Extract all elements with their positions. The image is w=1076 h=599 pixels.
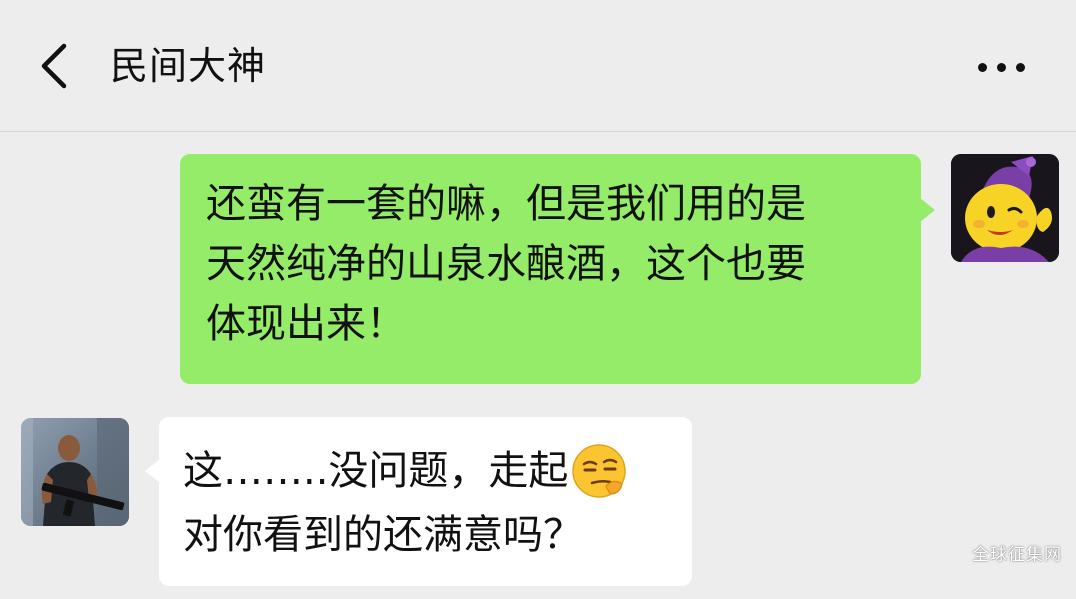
message-text-line: 这……..没问题，走起 (183, 448, 569, 494)
message-text-line: 还蛮有一套的嘛，但是我们用的是 (206, 181, 806, 227)
message-text-line: 天然纯净的山泉水酿酒，这个也要 (206, 241, 806, 287)
chevron-left-icon (41, 43, 67, 89)
chat-window: 民间大神 还蛮有一套的嘛，但是我们用的是 天然纯净的山泉水酿酒，这个也要 体现出… (0, 0, 1076, 599)
message-text-row: 对你看到的还满意吗？ (183, 503, 672, 567)
more-options-button[interactable] (972, 50, 1032, 84)
message-text-line: 体现出来！ (206, 301, 406, 347)
chat-title: 民间大神 (110, 44, 267, 88)
smirk-emoji-icon (572, 444, 627, 498)
back-button[interactable] (30, 38, 80, 94)
soldier-photo-avatar-image (21, 418, 129, 526)
message-bubble-outgoing[interactable]: 还蛮有一套的嘛，但是我们用的是 天然纯净的山泉水酿酒，这个也要 体现出来！ (180, 154, 935, 384)
chat-header: 民间大神 (0, 0, 1076, 132)
message-text-row: 这……..没问题，走起 (183, 439, 672, 503)
watermark: 全球征集网 (972, 545, 1062, 565)
contact-avatar[interactable] (21, 418, 129, 526)
cartoon-mascot-avatar-image (951, 154, 1059, 262)
message-bubble-incoming[interactable]: 这……..没问题，走起 对你看到的还满意吗？ (145, 417, 692, 586)
message-text-line: 对你看到的还满意吗？ (183, 512, 583, 558)
self-avatar[interactable] (951, 154, 1059, 262)
more-horizontal-icon (978, 63, 987, 72)
